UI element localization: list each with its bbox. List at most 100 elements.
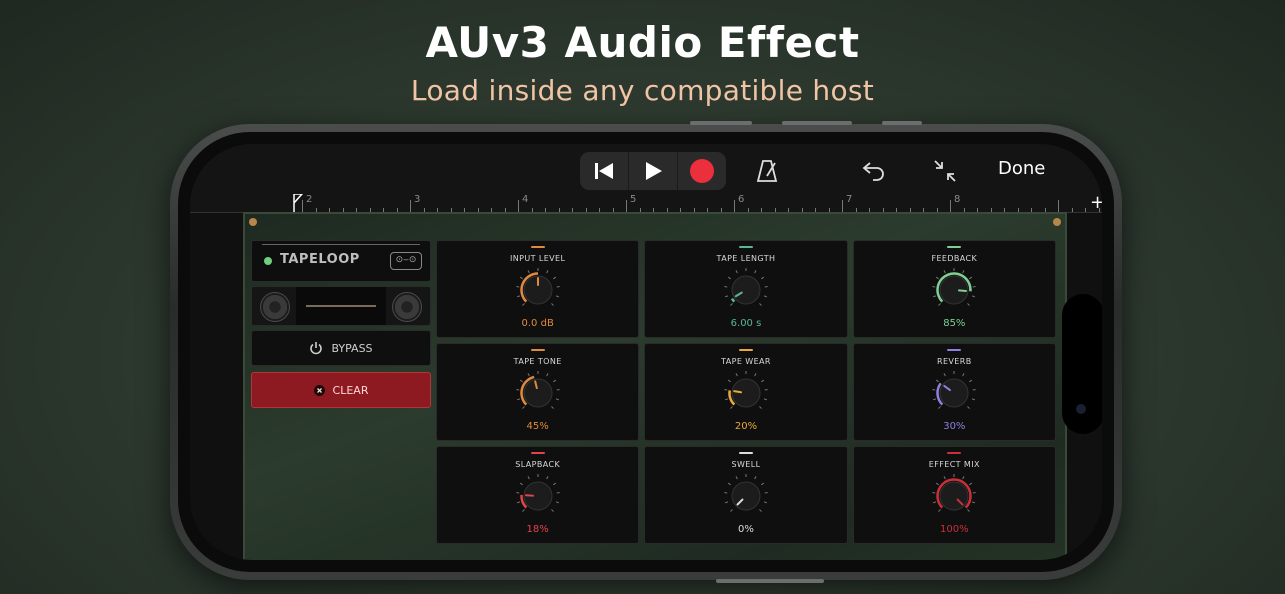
- knob-body: [939, 481, 969, 511]
- knob-tick: [938, 509, 942, 512]
- knob-tick: [730, 509, 733, 512]
- knob-body: [731, 481, 761, 511]
- ruler-tick: [518, 200, 519, 212]
- feedback-knob[interactable]: [931, 267, 977, 313]
- phone-frame: Done + 2345678 TAPELOOP ⊙‒⊙ BYPASS CLEAR…: [170, 121, 1122, 583]
- power-icon: [310, 342, 323, 355]
- control-label: SWELL: [731, 460, 761, 469]
- knob-tick: [555, 398, 559, 401]
- knob-tick: [552, 379, 556, 383]
- knob-tick: [521, 406, 525, 409]
- collapse-icon[interactable]: [932, 158, 958, 184]
- swell-knob[interactable]: [723, 473, 769, 519]
- ruler-tick: [734, 200, 735, 212]
- knob-tick: [735, 270, 738, 274]
- knob-tick: [761, 379, 765, 383]
- dynamic-island: [1062, 294, 1102, 434]
- knob-tick: [933, 398, 937, 401]
- input-level-knob[interactable]: [515, 267, 561, 313]
- knob-tick: [527, 476, 530, 480]
- control-label: INPUT LEVEL: [509, 254, 566, 263]
- bypass-button[interactable]: BYPASS: [251, 330, 431, 366]
- knob-tick: [724, 501, 729, 504]
- knob-tick: [943, 270, 947, 274]
- knob-tick: [763, 398, 768, 401]
- logo-panel: TAPELOOP ⊙‒⊙: [251, 240, 431, 282]
- add-track-button[interactable]: +: [1090, 192, 1102, 213]
- reverb-knob[interactable]: [931, 370, 977, 416]
- control-label: TAPE LENGTH: [716, 254, 776, 263]
- control-feedback: FEEDBACK 85%: [852, 240, 1056, 338]
- knob-tick: [759, 303, 762, 306]
- record-button[interactable]: [678, 152, 726, 190]
- knob-tick: [735, 373, 738, 377]
- control-value: 6.00 s: [730, 318, 762, 329]
- tape-wear-knob[interactable]: [723, 370, 769, 416]
- control-value: 0%: [738, 524, 754, 535]
- knob-tick: [727, 482, 731, 486]
- knob-tick: [972, 501, 976, 504]
- knob-tick: [730, 303, 733, 306]
- knob-tick: [943, 476, 947, 480]
- tape-tone-knob[interactable]: [515, 370, 561, 416]
- knob-tick: [936, 276, 940, 280]
- reel-left-icon: [260, 292, 290, 322]
- knob-tick: [969, 276, 973, 280]
- ruler-tick: [950, 200, 951, 212]
- accent-bar: [738, 246, 753, 248]
- knob-tick: [962, 270, 965, 274]
- knob-tick: [550, 509, 554, 512]
- timeline-ruler[interactable]: + 2 3 4 5 6 7 8: [190, 192, 1102, 213]
- knob-tick: [962, 373, 965, 377]
- rewind-button[interactable]: [580, 152, 629, 190]
- knob-tick: [527, 373, 530, 377]
- knob-tick: [552, 482, 556, 486]
- controls-grid: INPUT LEVEL 0.0 dB TAPE LENGTH 6.00 s FEEDBA…: [436, 240, 1056, 544]
- knob-tick: [527, 270, 530, 274]
- metronome-icon[interactable]: [755, 159, 779, 183]
- plugin-logo: TAPELOOP: [280, 252, 360, 267]
- accent-bar: [738, 452, 753, 454]
- knob-tick: [967, 303, 971, 306]
- play-icon: [646, 162, 662, 180]
- knob-pointer: [958, 289, 968, 292]
- knob-tick: [730, 406, 733, 409]
- effect-mix-knob[interactable]: [931, 473, 977, 519]
- knob-tick: [516, 501, 520, 504]
- ruler-number: 8: [954, 194, 961, 205]
- knob-tick: [969, 379, 973, 383]
- knob-tick: [727, 379, 731, 383]
- accent-bar: [738, 349, 753, 351]
- knob-tick: [967, 509, 971, 512]
- control-value: 100%: [940, 524, 969, 535]
- transport-controls: [580, 152, 726, 190]
- control-reverb: REVERB 30%: [852, 343, 1056, 441]
- knob-tick: [761, 482, 765, 486]
- accent-bar: [530, 246, 545, 248]
- knob-tick: [555, 295, 559, 298]
- done-button[interactable]: Done: [998, 158, 1045, 179]
- phone-button: [716, 579, 824, 583]
- undo-icon[interactable]: [861, 158, 887, 182]
- knob-tick: [967, 406, 971, 409]
- knob-tick: [724, 398, 729, 401]
- tape-length-knob[interactable]: [723, 267, 769, 313]
- knob-tick: [763, 501, 768, 504]
- knob-tick: [516, 295, 520, 298]
- clear-label: CLEAR: [332, 383, 369, 397]
- control-value: 0.0 dB: [521, 318, 554, 329]
- clear-button[interactable]: CLEAR: [251, 372, 431, 408]
- camera-icon: [1076, 404, 1086, 414]
- play-button[interactable]: [629, 152, 678, 190]
- tapeloop-plugin: TAPELOOP ⊙‒⊙ BYPASS CLEAR INPUT LEVEL 0.…: [243, 212, 1067, 560]
- ruler-tick: [842, 200, 843, 212]
- knob-tick: [938, 303, 942, 306]
- control-tape-tone: TAPE TONE 45%: [436, 343, 640, 441]
- control-value: 30%: [943, 421, 966, 432]
- knob-tick: [938, 406, 942, 409]
- knob-tick: [759, 406, 762, 409]
- ruler-tick: [1071, 208, 1073, 212]
- cassette-icon: ⊙‒⊙: [390, 252, 422, 270]
- close-circle-icon: [313, 384, 325, 396]
- slapback-knob[interactable]: [515, 473, 561, 519]
